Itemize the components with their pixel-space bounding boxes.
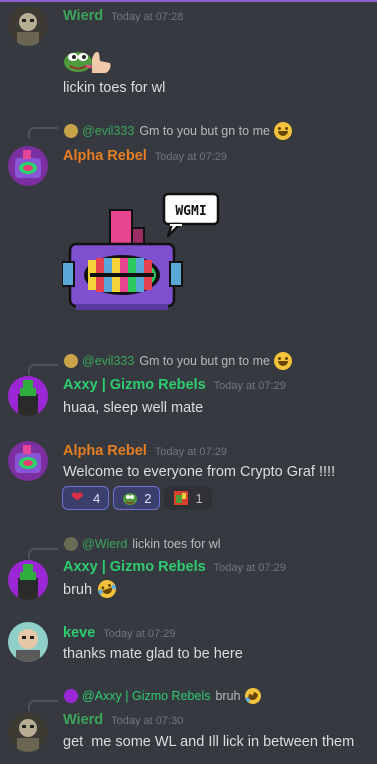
- reply-text: lickin toes for wl: [132, 537, 221, 551]
- author-name[interactable]: Alpha Rebel Today at 07:29: [63, 148, 227, 164]
- reply-text: Gm to you but gn to me: [139, 124, 270, 138]
- reply-author[interactable]: @evil333: [82, 354, 134, 368]
- reply-preview[interactable]: @Axxy | Gizmo Rebels bruh: [64, 685, 263, 707]
- message-text: Welcome to everyone from Crypto Graf !!!…: [63, 464, 336, 480]
- timestamp: Today at 07:30: [111, 715, 184, 727]
- reply-avatar: [64, 124, 78, 138]
- avatar[interactable]: [8, 6, 48, 46]
- author-name[interactable]: Alpha Rebel Today at 07:29: [63, 443, 227, 459]
- reply-spine: [28, 127, 58, 138]
- unread-divider: [0, 0, 377, 2]
- reply-avatar: [64, 537, 78, 551]
- sticker-text: WGMI: [175, 204, 206, 219]
- reply-text: Gm to you but gn to me: [139, 354, 270, 368]
- author-name[interactable]: Wierd Today at 07:30: [63, 712, 183, 728]
- grinning-face-icon: [273, 122, 292, 140]
- timestamp: Today at 07:29: [154, 151, 227, 163]
- avatar[interactable]: [8, 146, 48, 186]
- reaction-custom[interactable]: 1: [164, 486, 212, 510]
- message-text: get me some WL and Ill lick in between t…: [63, 734, 355, 750]
- author-name[interactable]: keve Today at 07:29: [63, 625, 175, 641]
- rolling-on-floor-laughing-icon: [242, 685, 263, 707]
- custom-emoji-icon: [173, 490, 189, 506]
- reply-avatar: [64, 689, 78, 703]
- message-text: lickin toes for wl: [63, 80, 166, 96]
- reaction-pepe[interactable]: 2: [113, 486, 161, 510]
- avatar[interactable]: [8, 376, 48, 416]
- red-heart-icon: ❤: [71, 489, 84, 506]
- rolling-on-floor-laughing-icon: [95, 577, 119, 601]
- reply-author[interactable]: @Wierd: [82, 537, 127, 551]
- pepe-licking-toes-emoji[interactable]: [62, 45, 114, 75]
- reply-author[interactable]: @evil333: [82, 124, 134, 138]
- reply-preview[interactable]: @Wierd lickin toes for wl: [64, 537, 221, 551]
- reaction-count: 4: [93, 490, 101, 506]
- reaction-heart[interactable]: ❤ 4: [62, 486, 110, 510]
- timestamp: Today at 07:29: [213, 380, 286, 392]
- reply-spine: [28, 364, 58, 375]
- avatar[interactable]: [8, 622, 48, 662]
- author-name[interactable]: Wierd Today at 07:28: [63, 8, 183, 24]
- reply-avatar: [64, 354, 78, 368]
- reply-preview[interactable]: @evil333 Gm to you but gn to me: [64, 122, 292, 140]
- pepe-emoji-icon: [122, 490, 138, 506]
- timestamp: Today at 07:29: [154, 446, 227, 458]
- gizmo-robot-wgmi-sticker[interactable]: WGMI: [61, 188, 222, 328]
- avatar[interactable]: [8, 712, 48, 752]
- reply-author[interactable]: @Axxy | Gizmo Rebels: [82, 689, 210, 703]
- reaction-count: 1: [195, 490, 203, 506]
- timestamp: Today at 07:29: [103, 628, 176, 640]
- reply-spine: [28, 700, 58, 711]
- author-name[interactable]: Axxy | Gizmo Rebels Today at 07:29: [63, 559, 286, 575]
- reply-text: bruh: [215, 689, 241, 703]
- reply-preview[interactable]: @evil333 Gm to you but gn to me: [64, 352, 292, 370]
- reaction-bar: ❤ 4 2 1: [62, 486, 212, 510]
- author-name[interactable]: Axxy | Gizmo Rebels Today at 07:29: [63, 377, 286, 393]
- message-text: bruh: [63, 577, 119, 601]
- avatar[interactable]: [8, 441, 48, 481]
- message-text: huaa, sleep well mate: [63, 400, 204, 416]
- reaction-count: 2: [144, 490, 152, 506]
- timestamp: Today at 07:28: [111, 11, 184, 23]
- timestamp: Today at 07:29: [213, 562, 286, 574]
- avatar[interactable]: [8, 560, 48, 600]
- reply-spine: [28, 548, 58, 559]
- message-text: thanks mate glad to be here: [63, 646, 243, 662]
- grinning-face-icon: [273, 352, 292, 370]
